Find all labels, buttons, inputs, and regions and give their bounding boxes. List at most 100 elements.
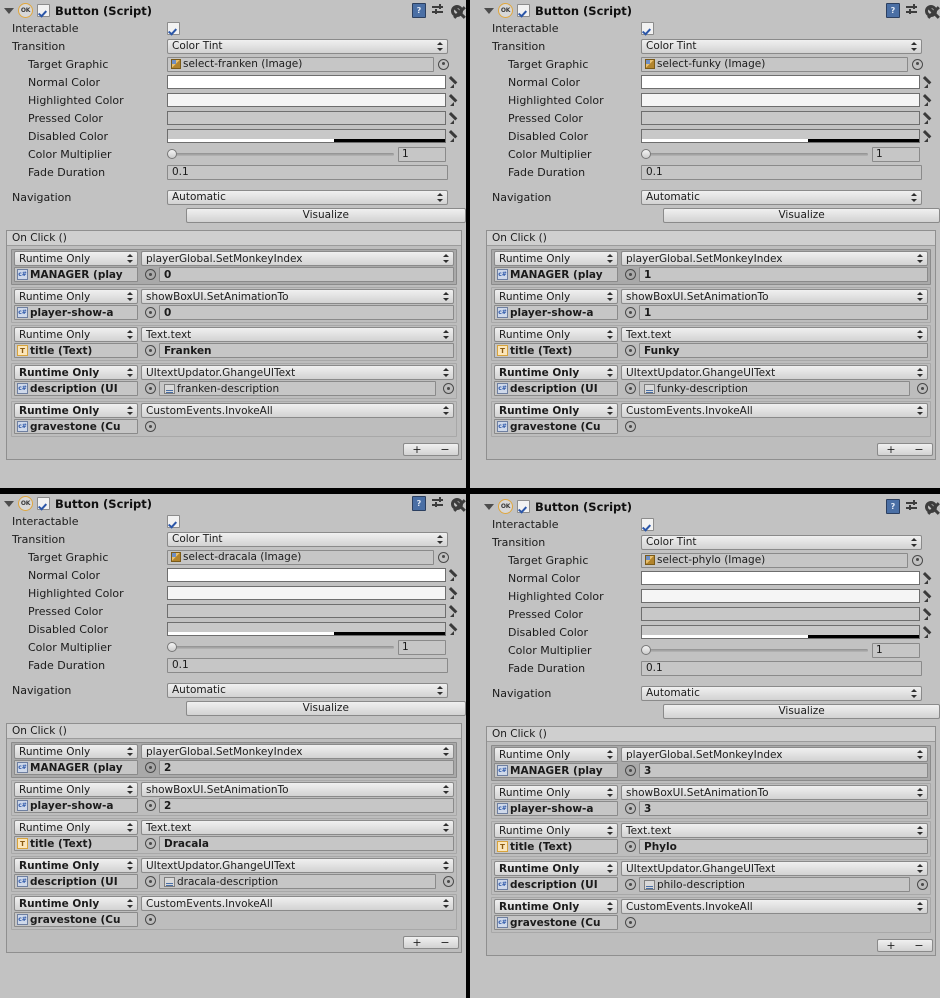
event-arg-picker-icon[interactable]: [443, 383, 454, 394]
event-mode-dropdown[interactable]: Runtime Only: [14, 782, 138, 797]
navigation-dropdown[interactable]: Automatic: [641, 685, 922, 701]
event-entry[interactable]: Runtime Only Text.text Ttitle (Text) Phylo: [491, 821, 931, 857]
fade-duration-field[interactable]: 0.1: [641, 660, 922, 676]
eyedropper-icon[interactable]: [449, 568, 462, 582]
event-arg-field[interactable]: 0: [159, 267, 454, 282]
highlighted-color-swatch[interactable]: [641, 93, 920, 107]
event-arg-field[interactable]: Funky: [639, 343, 928, 358]
event-object-field[interactable]: c# player-show-a: [14, 798, 138, 813]
foldout-arrow-icon[interactable]: [4, 7, 14, 14]
add-remove-event-buttons[interactable]: + −: [877, 443, 933, 456]
event-method-dropdown[interactable]: playerGlobal.SetMonkeyIndex: [621, 747, 928, 762]
event-object-picker-icon[interactable]: [625, 383, 636, 394]
event-object-field[interactable]: c# player-show-a: [494, 801, 618, 816]
pressed-color-swatch[interactable]: [641, 607, 920, 621]
event-object-picker-icon[interactable]: [145, 269, 156, 280]
eyedropper-icon[interactable]: [449, 604, 462, 618]
event-object-field[interactable]: c# player-show-a: [14, 305, 138, 320]
event-method-dropdown[interactable]: Text.text: [621, 823, 928, 838]
event-method-dropdown[interactable]: Text.text: [141, 820, 454, 835]
highlighted-color-swatch[interactable]: [167, 93, 446, 107]
object-picker-icon[interactable]: [438, 58, 449, 70]
color-multiplier-value[interactable]: 1: [872, 146, 920, 162]
event-object-field[interactable]: Ttitle (Text): [14, 836, 138, 851]
event-object-picker-icon[interactable]: [625, 345, 636, 356]
event-object-picker-icon[interactable]: [625, 765, 636, 776]
target-graphic-object-field[interactable]: select-phylo (Image): [641, 552, 908, 568]
event-mode-dropdown[interactable]: Runtime Only: [494, 823, 618, 838]
event-entry[interactable]: Runtime Only Text.text Ttitle (Text) Funky: [491, 325, 931, 361]
gear-icon[interactable]: [925, 4, 937, 17]
slider-handle[interactable]: [641, 645, 651, 655]
event-object-field[interactable]: Ttitle (Text): [494, 343, 618, 358]
event-object-field[interactable]: Ttitle (Text): [14, 343, 138, 358]
normal-color-swatch[interactable]: [167, 75, 446, 89]
event-object-picker-icon[interactable]: [625, 841, 636, 852]
event-entry[interactable]: Runtime Only playerGlobal.SetMonkeyIndex c…: [11, 742, 457, 778]
event-mode-dropdown[interactable]: Runtime Only: [494, 747, 618, 762]
event-object-picker-icon[interactable]: [625, 421, 636, 432]
event-entry[interactable]: Runtime Only UItextUpdator.GhangeUIText c#…: [11, 856, 457, 892]
eyedropper-icon[interactable]: [923, 607, 936, 621]
color-multiplier-value[interactable]: 1: [398, 639, 446, 655]
event-object-picker-icon[interactable]: [625, 803, 636, 814]
help-book-icon[interactable]: ?: [412, 3, 426, 18]
gear-icon[interactable]: [451, 4, 463, 17]
transition-dropdown[interactable]: Color Tint: [641, 534, 922, 550]
navigation-dropdown[interactable]: Automatic: [641, 189, 922, 205]
event-mode-dropdown[interactable]: Runtime Only: [14, 858, 138, 873]
event-object-field[interactable]: c# MANAGER (play: [14, 267, 138, 282]
event-entry[interactable]: Runtime Only CustomEvents.InvokeAll c# grav…: [491, 401, 931, 437]
normal-color-swatch[interactable]: [641, 571, 920, 585]
event-mode-dropdown[interactable]: Runtime Only: [494, 327, 618, 342]
event-mode-dropdown[interactable]: Runtime Only: [14, 896, 138, 911]
event-method-dropdown[interactable]: showBoxUI.SetAnimationTo: [621, 289, 928, 304]
event-object-field[interactable]: c# gravestone (Cu: [494, 419, 618, 434]
event-entry[interactable]: Runtime Only UItextUpdator.GhangeUIText c#…: [491, 859, 931, 895]
interactable-checkbox[interactable]: [641, 517, 654, 531]
event-entry[interactable]: Runtime Only UItextUpdator.GhangeUIText c#…: [11, 363, 457, 399]
event-entry[interactable]: Runtime Only showBoxUI.SetAnimationTo c# pl…: [11, 287, 457, 323]
event-object-picker-icon[interactable]: [145, 762, 156, 773]
event-object-picker-icon[interactable]: [145, 876, 156, 887]
component-enabled-checkbox[interactable]: [37, 497, 50, 510]
visualize-button[interactable]: Visualize: [185, 700, 466, 716]
event-object-picker-icon[interactable]: [145, 383, 156, 394]
event-method-dropdown[interactable]: CustomEvents.InvokeAll: [141, 403, 454, 418]
event-arg-field[interactable]: 3: [639, 801, 928, 816]
event-object-field[interactable]: c# description (UI: [14, 874, 138, 889]
visualize-button[interactable]: Visualize: [663, 703, 940, 719]
remove-event-button[interactable]: −: [440, 937, 449, 948]
preset-icon[interactable]: [906, 4, 919, 17]
event-object-field[interactable]: c# gravestone (Cu: [14, 419, 138, 434]
color-multiplier-slider[interactable]: [167, 147, 394, 161]
event-method-dropdown[interactable]: showBoxUI.SetAnimationTo: [141, 782, 454, 797]
event-method-dropdown[interactable]: CustomEvents.InvokeAll: [141, 896, 454, 911]
event-mode-dropdown[interactable]: Runtime Only: [494, 861, 618, 876]
pressed-color-swatch[interactable]: [167, 111, 446, 125]
event-object-picker-icon[interactable]: [145, 800, 156, 811]
remove-event-button[interactable]: −: [914, 940, 923, 951]
event-method-dropdown[interactable]: Text.text: [141, 327, 454, 342]
event-object-field[interactable]: c# description (UI: [494, 877, 618, 892]
event-arg-field[interactable]: 2: [159, 798, 454, 813]
add-remove-event-buttons[interactable]: + −: [403, 936, 459, 949]
color-multiplier-value[interactable]: 1: [398, 146, 446, 162]
object-picker-icon[interactable]: [438, 551, 449, 563]
event-mode-dropdown[interactable]: Runtime Only: [14, 403, 138, 418]
event-method-dropdown[interactable]: UItextUpdator.GhangeUIText: [621, 861, 928, 876]
event-object-field[interactable]: c# gravestone (Cu: [14, 912, 138, 927]
event-object-picker-icon[interactable]: [625, 307, 636, 318]
interactable-checkbox[interactable]: [167, 514, 180, 528]
add-remove-event-buttons[interactable]: + −: [403, 443, 459, 456]
event-method-dropdown[interactable]: Text.text: [621, 327, 928, 342]
component-enabled-checkbox[interactable]: [517, 500, 530, 513]
transition-dropdown[interactable]: Color Tint: [167, 38, 448, 54]
event-method-dropdown[interactable]: showBoxUI.SetAnimationTo: [621, 785, 928, 800]
visualize-button[interactable]: Visualize: [663, 207, 940, 223]
event-entry[interactable]: Runtime Only Text.text Ttitle (Text) Franke…: [11, 325, 457, 361]
visualize-button[interactable]: Visualize: [185, 207, 466, 223]
event-object-picker-icon[interactable]: [145, 421, 156, 432]
event-entry[interactable]: Runtime Only showBoxUI.SetAnimationTo c# pl…: [491, 783, 931, 819]
eyedropper-icon[interactable]: [449, 75, 462, 89]
